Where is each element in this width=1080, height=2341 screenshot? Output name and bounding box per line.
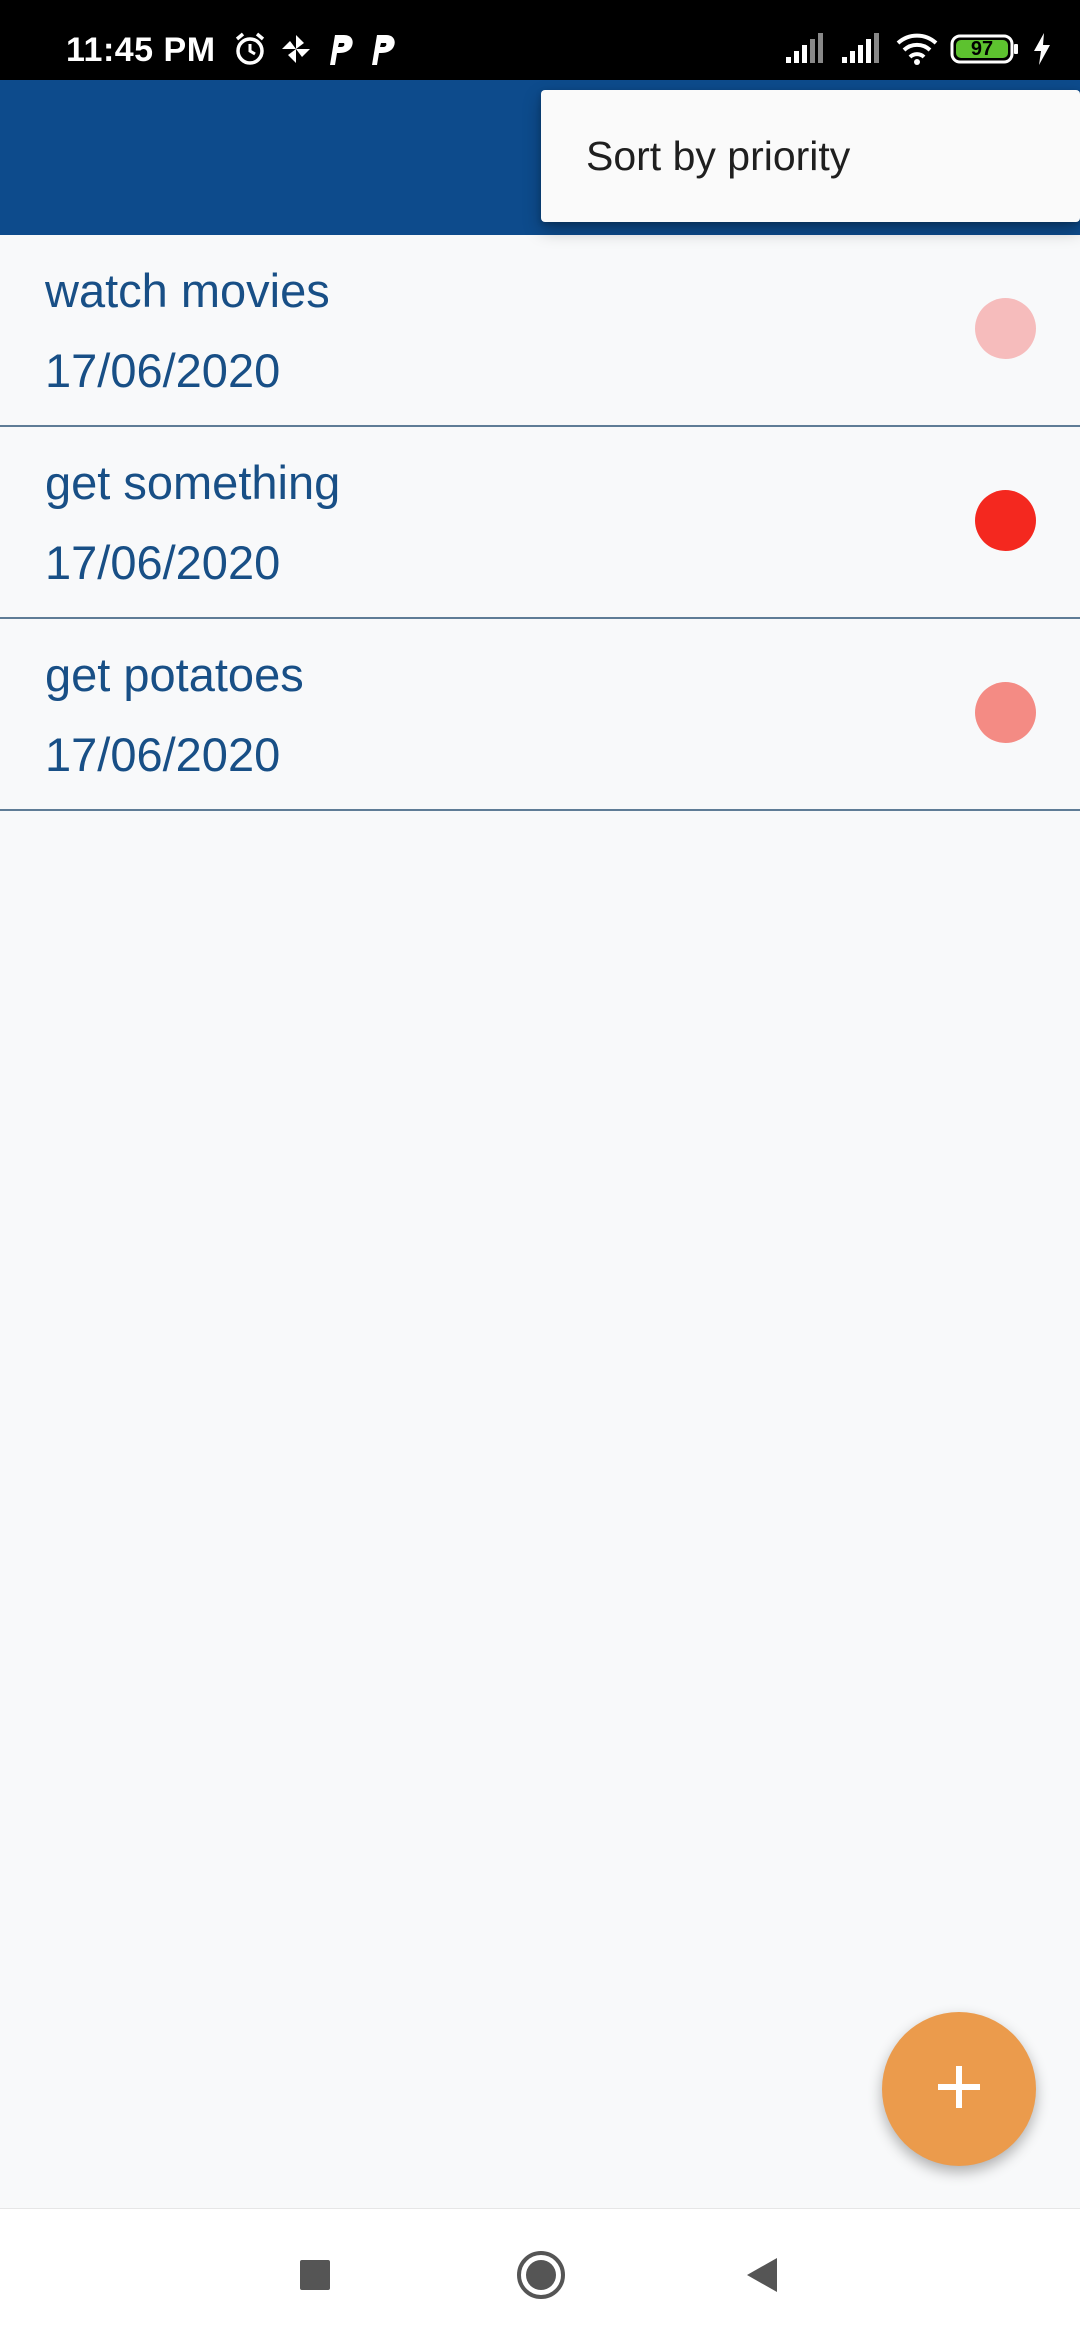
back-triangle-icon	[743, 2256, 779, 2299]
overflow-menu: Sort by priority	[541, 90, 1080, 222]
battery-icon: 97	[950, 34, 1020, 69]
sort-by-priority-menu-item[interactable]: Sort by priority	[586, 90, 850, 222]
home-circle-icon	[515, 2249, 567, 2306]
alarm-icon	[232, 31, 268, 72]
p-app-icon	[324, 31, 356, 72]
add-task-button[interactable]	[882, 2012, 1036, 2166]
recents-square-icon	[298, 2258, 332, 2297]
pinwheel-icon	[278, 31, 314, 72]
task-row[interactable]: get potatoes 17/06/2020	[0, 619, 1080, 811]
status-system-icons: 97	[784, 28, 1052, 74]
task-date: 17/06/2020	[45, 536, 281, 589]
recents-button[interactable]	[287, 2249, 343, 2305]
task-title: get potatoes	[45, 648, 304, 701]
status-notification-icons	[232, 28, 398, 74]
plus-icon	[936, 2064, 982, 2115]
home-button[interactable]	[513, 2249, 569, 2305]
task-title: watch movies	[45, 264, 330, 317]
back-button[interactable]	[733, 2249, 789, 2305]
priority-indicator	[975, 298, 1036, 359]
task-row[interactable]: watch movies 17/06/2020	[0, 235, 1080, 427]
task-row[interactable]: get something 17/06/2020	[0, 427, 1080, 619]
task-title: get something	[45, 456, 341, 509]
wifi-icon	[896, 32, 938, 71]
signal-icon	[840, 32, 884, 70]
signal-icon	[784, 32, 828, 70]
battery-level: 97	[970, 37, 994, 60]
navigation-bar	[0, 2208, 1080, 2341]
status-bar: 11:45 PM 97	[0, 0, 1080, 80]
charging-icon	[1032, 32, 1052, 70]
priority-indicator	[975, 682, 1036, 743]
task-date: 17/06/2020	[45, 728, 281, 781]
task-list: watch movies 17/06/2020 get something 17…	[0, 235, 1080, 811]
priority-indicator	[975, 490, 1036, 551]
task-date: 17/06/2020	[45, 344, 281, 397]
p-app-icon	[366, 31, 398, 72]
